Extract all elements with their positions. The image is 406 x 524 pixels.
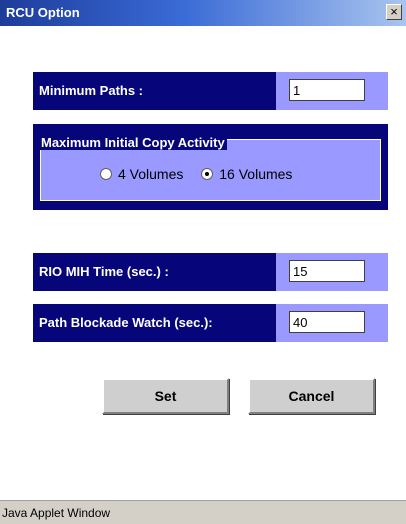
- minimum-paths-row: Minimum Paths :: [33, 72, 388, 110]
- rio-mih-input[interactable]: [289, 260, 365, 282]
- radio-4-volumes-label[interactable]: 4 Volumes: [118, 166, 183, 182]
- close-icon: ×: [390, 4, 398, 19]
- max-initial-copy-title: Maximum Initial Copy Activity: [39, 135, 227, 150]
- radio-16-volumes-label[interactable]: 16 Volumes: [219, 166, 292, 182]
- volumes-radio-group: 4 Volumes 16 Volumes: [100, 166, 306, 182]
- title-bar: RCU Option ×: [0, 0, 406, 26]
- status-text: Java Applet Window: [2, 506, 111, 520]
- rio-mih-label: RIO MIH Time (sec.) :: [33, 253, 276, 291]
- minimum-paths-input[interactable]: [289, 79, 365, 101]
- status-bar: Java Applet Window: [0, 500, 406, 524]
- radio-4-volumes[interactable]: [100, 168, 112, 180]
- window-title: RCU Option: [6, 5, 80, 20]
- path-blockade-input[interactable]: [289, 311, 365, 333]
- set-button[interactable]: Set: [102, 378, 229, 414]
- close-button[interactable]: ×: [386, 4, 402, 20]
- path-blockade-label: Path Blockade Watch (sec.):: [33, 304, 276, 342]
- radio-16-volumes[interactable]: [201, 168, 214, 180]
- max-initial-copy-group: 4 Volumes 16 Volumes Maximum Initial Cop…: [33, 124, 388, 210]
- cancel-button[interactable]: Cancel: [248, 378, 375, 414]
- path-blockade-row: Path Blockade Watch (sec.):: [33, 304, 388, 342]
- minimum-paths-label: Minimum Paths :: [33, 72, 276, 110]
- rio-mih-row: RIO MIH Time (sec.) :: [33, 253, 388, 291]
